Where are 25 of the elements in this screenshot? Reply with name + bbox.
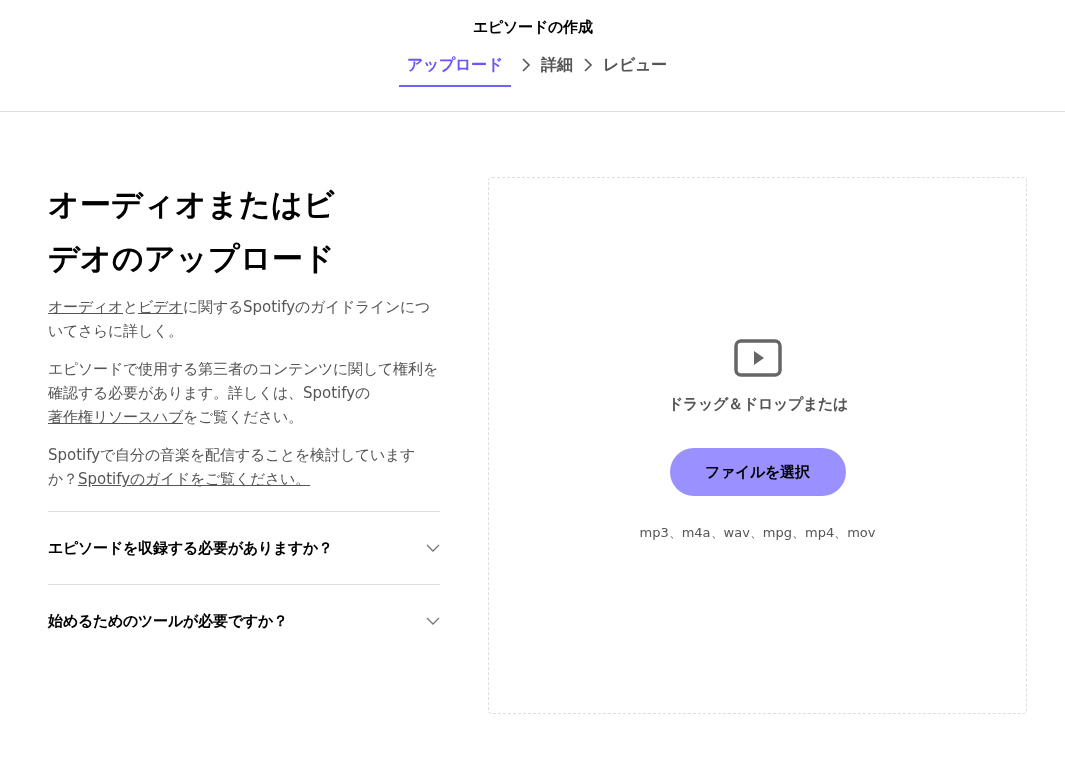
link[interactable]: オーディオ	[48, 298, 123, 316]
paragraph: エピソードで使用する第三者のコンテンツに関して権利を確認する必要があります。詳しくは、Spotifyの 著作権リソースハブをご覧ください。	[48, 359, 439, 428]
chevron-down-icon	[426, 617, 440, 625]
choose-file-button[interactable]: ファイルを選択	[669, 448, 846, 496]
link[interactable]: Spotifyのガイドをご覧ください。	[78, 470, 311, 488]
paragraph: オーディオと ビデオに関するSpotifyのガイドラインについてさらに詳しく。	[48, 297, 432, 342]
page-title: エピソードの作成	[472, 18, 593, 37]
link[interactable]: 著作権リソースハブ	[48, 408, 183, 426]
dropzone[interactable]: ドラッグ＆ドロップまたは ファイルを選択 mp3、m4a、wav、mpg、mp4、mov	[488, 177, 1027, 714]
formats-text: mp3、m4a、wav、mpg、mp4、mov	[639, 524, 876, 542]
accordion-item[interactable]: エピソードを収録する必要がありますか？	[48, 511, 440, 584]
heading: オーディオまたはビデオのアップロード	[48, 185, 336, 278]
paragraph: Spotifyで自分の音楽を配信することを検討していますか？Spotifyのガイドをご覧ください。	[48, 445, 417, 490]
chevron-right-icon	[582, 58, 593, 72]
video-icon	[733, 339, 782, 377]
question-text: エピソードを収録する必要がありますか？	[48, 538, 333, 558]
drop-prompt: ドラッグ＆ドロップまたは	[667, 395, 848, 414]
chevron-down-icon	[426, 544, 440, 552]
step-tab[interactable]: レビュー	[602, 51, 667, 87]
step-tab[interactable]: アップロード	[398, 51, 511, 87]
step-tab[interactable]: 詳細	[540, 51, 573, 87]
link[interactable]: ビデオ	[138, 298, 183, 316]
question-text: 始めるためのツールが必要ですか？	[48, 611, 288, 631]
chevron-right-icon	[520, 58, 531, 72]
accordion-item[interactable]: 始めるためのツールが必要ですか？	[48, 584, 440, 657]
